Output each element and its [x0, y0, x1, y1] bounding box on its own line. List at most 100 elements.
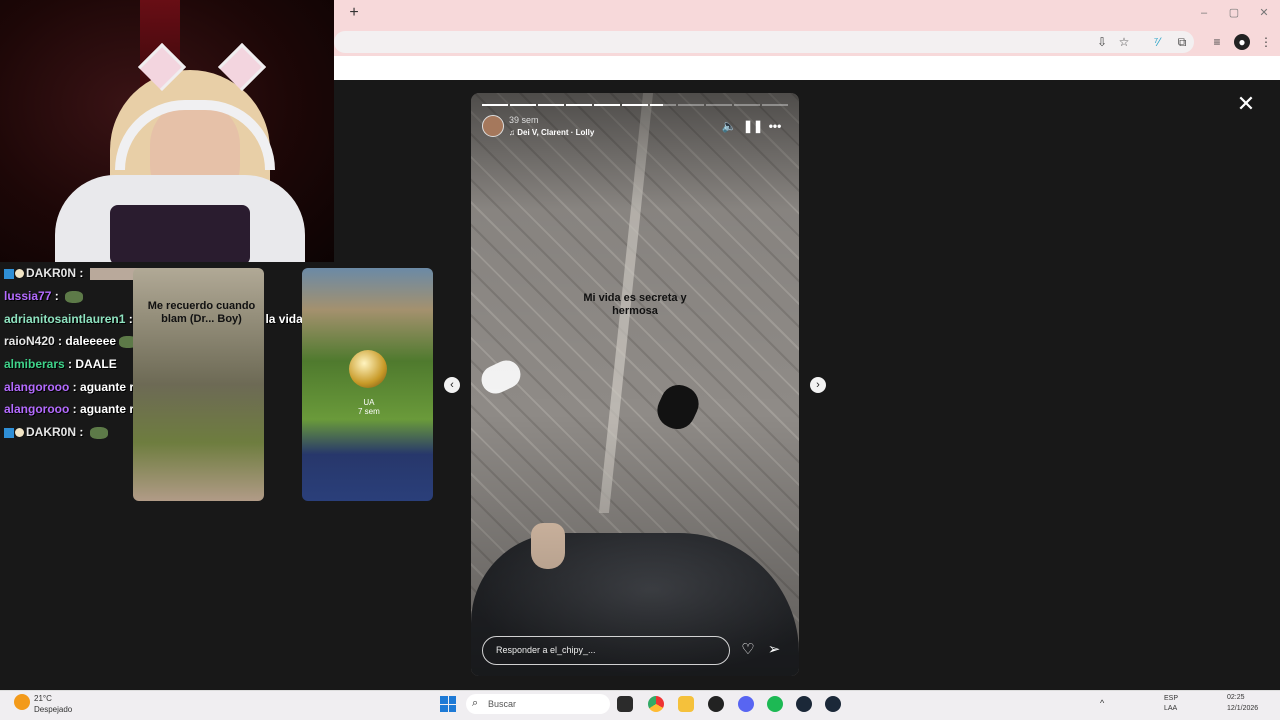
chat-badge-icon — [4, 268, 14, 279]
progress-fill — [566, 104, 592, 106]
reply-input[interactable]: Responder a el_chipy_... — [482, 636, 730, 665]
chat-username: raioN420 — [4, 334, 55, 348]
kebab-menu-icon[interactable]: ⋮ — [1258, 34, 1274, 50]
shirt-graphic — [110, 205, 250, 262]
story-song-label[interactable]: ♫ Dei V, Clarent · Lolly — [509, 128, 594, 137]
progress-fill — [594, 104, 620, 106]
progress-segment — [734, 104, 760, 106]
story-caption: Mi vida es secreta y hermosa — [583, 292, 687, 317]
chat-separator: : — [64, 357, 76, 371]
next-story-button[interactable]: › — [810, 377, 826, 393]
chat-separator: : — [76, 425, 87, 439]
next-story-thumbnail[interactable]: UA 7 sem — [302, 268, 433, 501]
chat-badge-icon — [4, 427, 14, 438]
steam-icon[interactable] — [796, 696, 812, 712]
chat-text: daleeeee — [65, 334, 117, 348]
language-code[interactable]: ESP — [1164, 695, 1178, 702]
trophy-image — [349, 350, 387, 388]
progress-segment — [706, 104, 732, 106]
story-viewer[interactable]: 39 sem ♫ Dei V, Clarent · Lolly 🔈 ❚❚ •••… — [471, 93, 799, 676]
progress-segment — [594, 104, 620, 106]
story-timestamp: 39 sem — [509, 115, 539, 125]
progress-segment — [510, 104, 536, 106]
progress-fill — [482, 104, 508, 106]
thumbnail-meta: UA 7 sem — [358, 398, 380, 416]
minimize-icon[interactable]: – — [1192, 4, 1216, 22]
chat-separator: : — [54, 334, 66, 348]
song-title: Dei V, Clarent · Lolly — [517, 128, 595, 137]
mute-icon[interactable]: 🔈 — [721, 119, 737, 133]
progress-fill — [650, 104, 663, 106]
clock-date[interactable]: 12/1/2026 — [1227, 705, 1258, 712]
file-explorer-icon[interactable] — [678, 696, 694, 712]
chat-username: DAKR0N — [26, 266, 77, 280]
pause-icon[interactable]: ❚❚ — [743, 119, 763, 133]
more-options-icon[interactable]: ••• — [767, 119, 783, 133]
progress-segment — [650, 104, 676, 106]
progress-fill — [538, 104, 564, 106]
chat-message: DAKR0N : — [4, 266, 140, 286]
progress-fill — [622, 104, 648, 106]
progress-segment — [538, 104, 564, 106]
chat-message: almiberars : DAALE — [4, 357, 117, 377]
progress-segment — [762, 104, 788, 106]
discord-icon[interactable] — [738, 696, 754, 712]
music-icon: ♫ — [509, 128, 518, 137]
weather-temperature: 21°C — [34, 694, 52, 703]
chat-separator: : — [51, 289, 63, 303]
address-bar[interactable] — [334, 31, 1194, 53]
translate-extension-icon[interactable]: ⁷⁄ — [1149, 34, 1165, 50]
chrome-icon[interactable] — [648, 696, 664, 712]
taskbar-search[interactable]: Buscar — [466, 694, 610, 714]
close-story-icon[interactable]: ✕ — [1235, 93, 1257, 115]
chat-separator: : — [69, 380, 81, 394]
clock-time[interactable]: 02:25 — [1227, 694, 1245, 701]
chat-separator: : — [76, 266, 87, 280]
chat-badge-icon — [15, 428, 24, 438]
new-tab-button[interactable]: + — [346, 4, 362, 22]
chat-message: DAKR0N : — [4, 425, 108, 445]
language-layout[interactable]: LAA — [1164, 705, 1177, 712]
extensions-puzzle-icon[interactable]: ⧉ — [1174, 34, 1190, 50]
story-author-avatar[interactable] — [482, 115, 504, 137]
maximize-icon[interactable]: ▢ — [1222, 4, 1246, 22]
chat-separator: : — [69, 402, 81, 416]
streamer-webcam — [0, 0, 334, 262]
story-overlay — [471, 93, 799, 676]
progress-segment — [678, 104, 704, 106]
tray-chevron-icon[interactable]: ^ — [1100, 698, 1104, 708]
taskbar — [0, 690, 1280, 720]
chat-username: almiberars — [4, 357, 65, 371]
emote-icon — [89, 426, 108, 439]
chat-username: DAKR0N — [26, 425, 77, 439]
previous-story-button[interactable]: ‹ — [444, 377, 460, 393]
task-view-icon[interactable] — [617, 696, 633, 712]
bookmark-star-icon[interactable]: ☆ — [1116, 34, 1132, 50]
chat-message: lussia77 : — [4, 289, 84, 309]
spotify-icon[interactable] — [767, 696, 783, 712]
progress-segment — [566, 104, 592, 106]
progress-segment — [482, 104, 508, 106]
chat-username: adrianitosaintlauren1 — [4, 312, 126, 326]
progress-fill — [510, 104, 536, 106]
obs-icon[interactable] — [708, 696, 724, 712]
weather-description: Despejado — [34, 705, 73, 714]
chat-badge-icon — [15, 269, 24, 279]
media-control-icon[interactable]: ≡ — [1209, 34, 1225, 50]
steam-icon-2[interactable] — [825, 696, 841, 712]
share-send-icon[interactable]: ➢ — [765, 641, 783, 659]
chat-message: raioN420 : daleeeee — [4, 334, 138, 354]
chat-username: alangorooo — [4, 380, 70, 394]
install-app-icon[interactable]: ⇩ — [1094, 34, 1110, 50]
chat-username: alangorooo — [4, 402, 70, 416]
chat-username: lussia77 — [4, 289, 52, 303]
weather-icon[interactable] — [14, 694, 30, 710]
story-progress-bar — [482, 104, 788, 106]
search-icon: ⌕ — [472, 697, 479, 709]
thumbnail-caption: Me recuerdo cuando blam (Dr... Boy) — [147, 300, 256, 325]
start-menu-icon[interactable] — [440, 696, 456, 712]
close-window-icon[interactable]: ✕ — [1252, 4, 1276, 22]
profile-avatar[interactable]: ● — [1234, 34, 1250, 50]
previous-story-thumbnail[interactable]: Me recuerdo cuando blam (Dr... Boy) — [133, 268, 264, 501]
like-heart-icon[interactable]: ♡ — [739, 641, 757, 659]
